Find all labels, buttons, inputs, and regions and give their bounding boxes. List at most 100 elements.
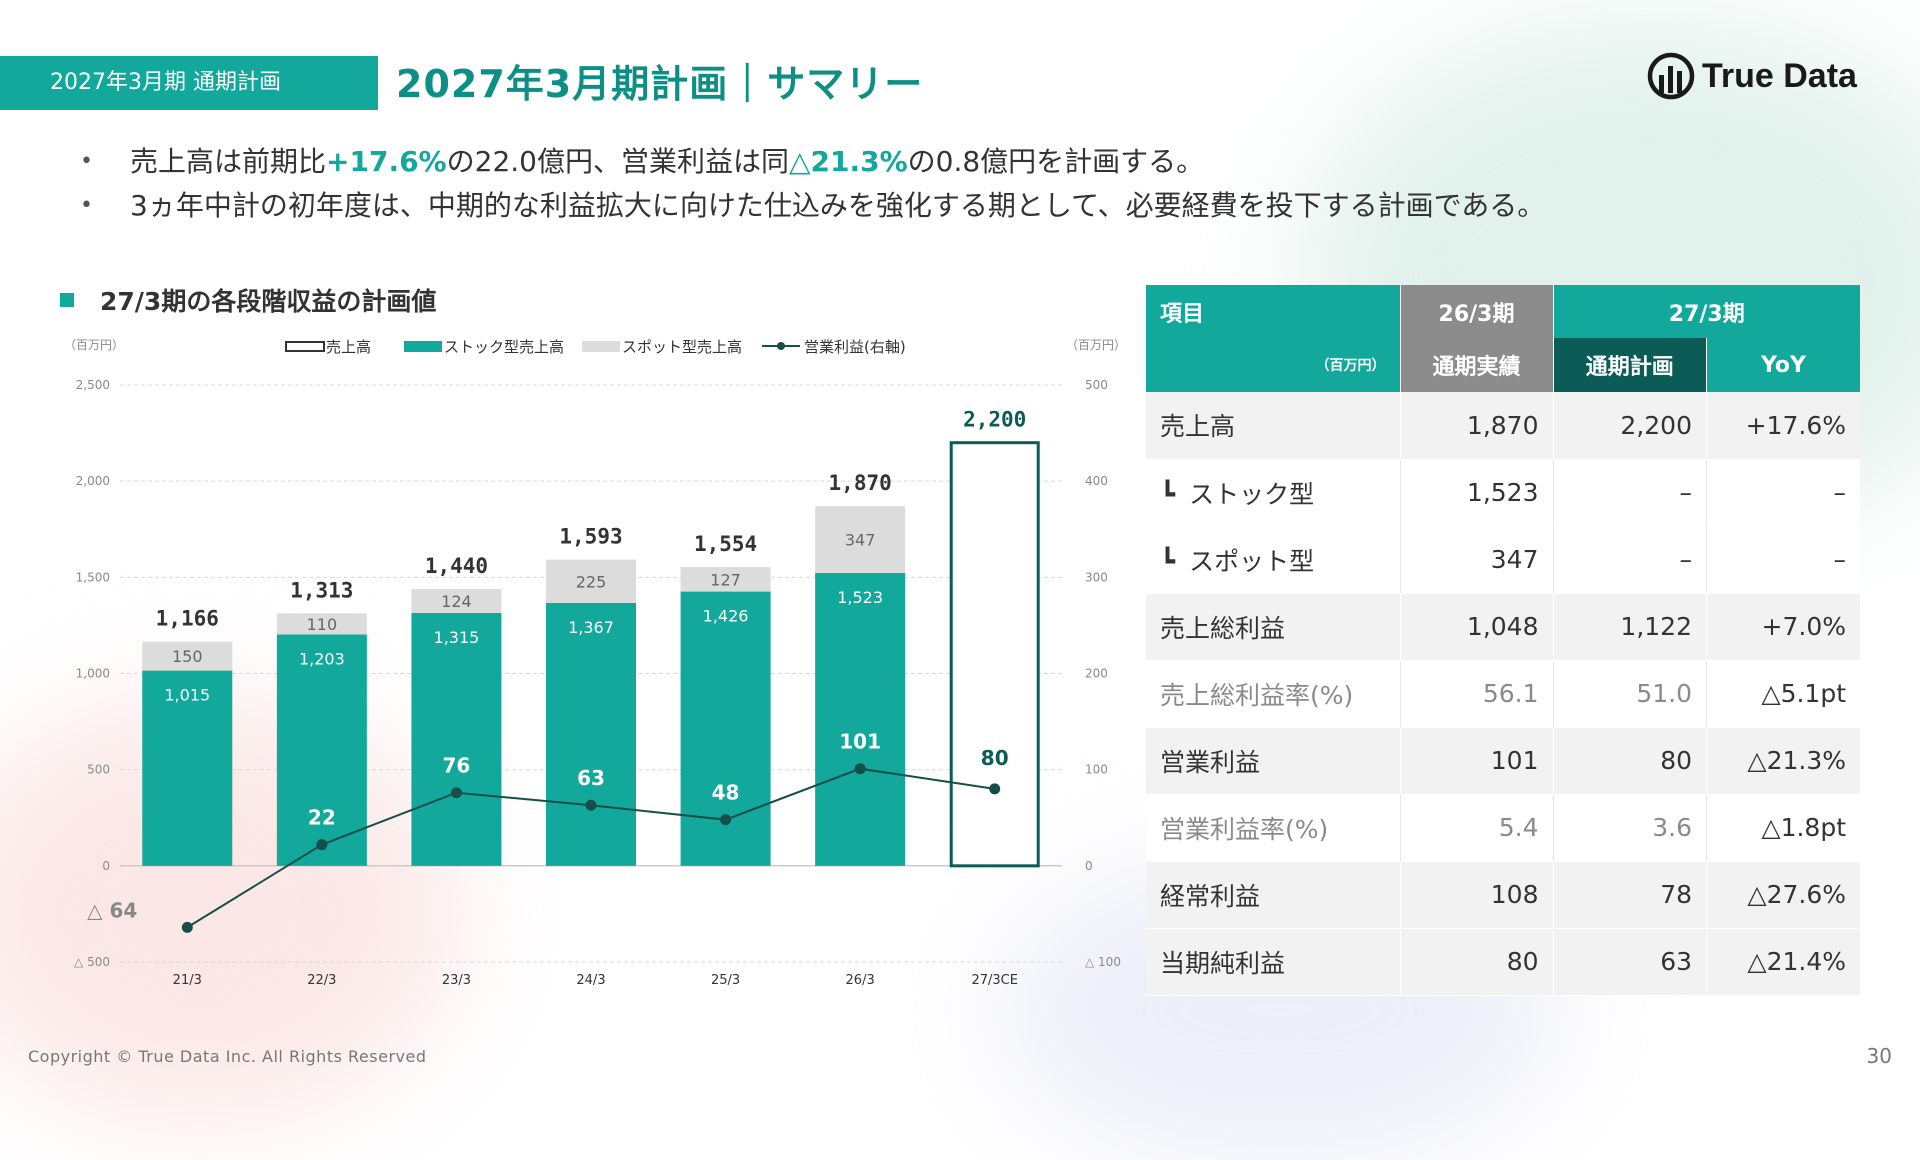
bar-stock: [276, 634, 367, 866]
cell-actual: 56.1: [1399, 660, 1553, 728]
x-tick-label: 26/3: [846, 973, 875, 988]
legend-swatch-spot: [582, 341, 620, 352]
legend-label: 営業利益(右軸): [804, 338, 906, 356]
cell-yoy: △1.8pt: [1706, 794, 1860, 862]
bar-stock: [546, 602, 636, 866]
bar-stock-label: 1,367: [568, 618, 614, 637]
table-row: 営業利益率(%) 5.4 3.6 △1.8pt: [1146, 794, 1860, 862]
right-tick-label: 100: [1085, 763, 1108, 777]
bar-spot-label: 225: [576, 572, 607, 591]
row-label: 営業利益率(%): [1146, 794, 1400, 862]
table-row: ┗ スポット型 347 – –: [1146, 526, 1860, 594]
right-tick-label: 0: [1085, 859, 1093, 873]
bar-spot-label: 124: [441, 592, 472, 611]
sub-item-corner-icon: ┗: [1160, 479, 1176, 509]
bar-spot-label: 150: [172, 647, 203, 666]
company-logo: True Data: [1646, 50, 1857, 102]
operating-profit-marker: [450, 787, 462, 799]
table-row: 売上総利益率(%) 56.1 51.0 △5.1pt: [1146, 660, 1860, 728]
operating-profit-marker: [720, 814, 732, 826]
page-number: 30: [1866, 1044, 1892, 1068]
table-row: ┗ ストック型 1,523 – –: [1146, 459, 1860, 527]
bar-total-label: 1,593: [559, 524, 622, 548]
cell-plan: 63: [1552, 928, 1707, 996]
row-label: 売上高: [1146, 392, 1400, 460]
table-row: 営業利益 101 80 △21.3%: [1146, 727, 1860, 795]
left-tick-label: 500: [87, 763, 110, 777]
cell-plan: 78: [1552, 861, 1707, 929]
header-item: 項目: [1146, 285, 1400, 338]
row-label: 営業利益: [1146, 727, 1400, 795]
operating-profit-marker: [585, 799, 597, 811]
cell-plan: –: [1552, 459, 1707, 527]
header-plan: 通期計画: [1552, 338, 1707, 392]
header-yoy: YoY: [1706, 338, 1860, 392]
bar-total-label: 1,870: [829, 471, 892, 495]
right-tick-label: 200: [1085, 667, 1108, 681]
left-tick-label: 2,500: [76, 378, 110, 392]
right-tick-label: 500: [1085, 378, 1108, 392]
bar-stock: [411, 612, 502, 866]
cell-plan: 3.6: [1552, 794, 1707, 862]
copyright: Copyright © True Data Inc. All Rights Re…: [28, 1047, 427, 1066]
header-unit: （百万円）: [1146, 338, 1400, 392]
summary-table: 項目 26/3期 27/3期 （百万円） 通期実績 通期計画 YoY 売上高 1…: [1146, 285, 1860, 996]
operating-profit-label: 80: [981, 746, 1009, 770]
left-tick-label: △ 500: [74, 955, 110, 969]
row-label: 当期純利益: [1146, 928, 1400, 996]
cell-yoy: △21.4%: [1706, 928, 1860, 996]
cell-actual: 108: [1399, 861, 1553, 929]
row-label: ┗ スポット型: [1146, 526, 1400, 594]
x-tick-label: 27/3CE: [971, 973, 1017, 988]
bar-stock-label: 1,015: [164, 686, 210, 705]
right-tick-label: △ 100: [1085, 955, 1121, 969]
x-tick-label: 24/3: [576, 973, 605, 988]
x-tick-label: 25/3: [711, 973, 740, 988]
bar-spot-label: 127: [710, 570, 741, 589]
header-prev-period: 26/3期: [1399, 285, 1553, 338]
operating-profit-label: 22: [308, 806, 336, 830]
logo-text: True Data: [1702, 56, 1857, 95]
cell-actual: 1,523: [1399, 459, 1553, 527]
operating-profit-label: 63: [577, 766, 605, 790]
x-tick-label: 21/3: [173, 973, 202, 988]
legend-label: スポット型売上高: [622, 338, 742, 356]
cell-plan: 80: [1552, 727, 1707, 795]
legend-swatch-marker: [777, 342, 785, 350]
sub-item-corner-icon: ┗: [1160, 546, 1176, 576]
left-tick-label: 1,000: [76, 667, 110, 681]
table-row: 当期純利益 80 63 △21.4%: [1146, 928, 1860, 996]
bar-spot-label: 110: [307, 615, 338, 634]
cell-actual: 101: [1399, 727, 1553, 795]
operating-profit-label: 101: [839, 730, 881, 754]
operating-profit-label: △ 64: [87, 898, 137, 922]
operating-profit-marker: [316, 839, 328, 851]
cell-actual: 1,048: [1399, 593, 1553, 661]
bar-stock-label: 1,523: [837, 588, 883, 607]
bar-stock-label: 1,426: [703, 607, 749, 626]
operating-profit-marker: [989, 783, 1001, 795]
cell-actual: 5.4: [1399, 794, 1553, 862]
table-row: 売上高 1,870 2,200 +17.6%: [1146, 392, 1860, 460]
cell-actual: 347: [1399, 526, 1553, 594]
header-plan-period: 27/3期: [1552, 285, 1860, 338]
bar-total-label: 1,554: [694, 532, 757, 556]
bar-stock: [815, 572, 906, 866]
table-row: 経常利益 108 78 △27.6%: [1146, 861, 1860, 929]
cell-yoy: △27.6%: [1706, 861, 1860, 929]
operating-profit-label: 76: [443, 754, 471, 778]
cell-actual: 1,870: [1399, 392, 1553, 460]
cell-yoy: –: [1706, 526, 1860, 594]
bar-total-plan: [949, 441, 1040, 868]
bar-total-label: 1,440: [425, 554, 488, 578]
header-actual: 通期実績: [1399, 338, 1553, 392]
legend-label: 売上高: [326, 338, 371, 356]
row-label: 売上総利益率(%): [1146, 660, 1400, 728]
operating-profit-marker: [854, 763, 866, 775]
cell-plan: 2,200: [1552, 392, 1707, 460]
table-row: 売上総利益 1,048 1,122 +7.0%: [1146, 593, 1860, 661]
cell-plan: –: [1552, 526, 1707, 594]
legend-swatch-stock: [404, 341, 442, 352]
left-tick-label: 0: [102, 859, 110, 873]
bar-stock-label: 1,203: [299, 649, 345, 668]
